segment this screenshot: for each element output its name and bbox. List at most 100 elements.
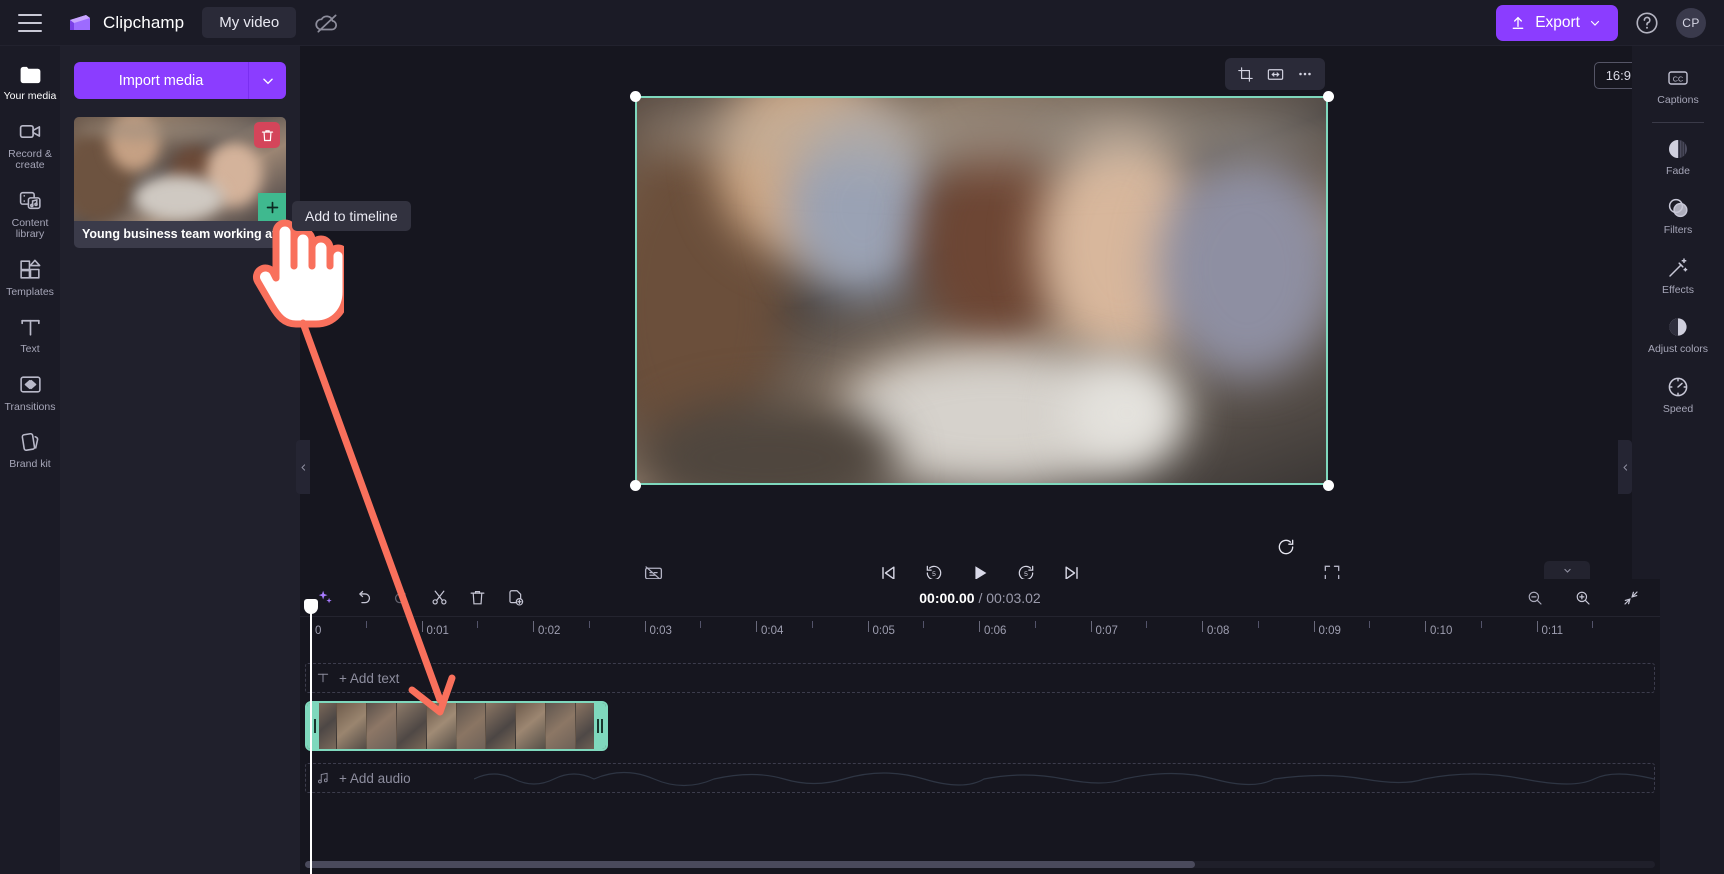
ruler-tick-minor xyxy=(1146,621,1148,628)
trash-icon xyxy=(261,129,273,141)
collapse-timeline-button[interactable] xyxy=(1544,561,1590,579)
chevron-down-icon xyxy=(262,78,273,84)
timeline-playhead[interactable] xyxy=(304,599,318,874)
right-rail-item-effects[interactable]: Effects xyxy=(1632,246,1724,306)
your-media-panel: Import media Young business team working… xyxy=(60,46,300,874)
hamburger-menu-icon[interactable] xyxy=(18,13,42,32)
ruler-tick xyxy=(867,621,869,632)
selection-handle-top-left[interactable] xyxy=(630,91,641,102)
sidebar-item-transitions[interactable]: Transitions xyxy=(0,363,60,421)
right-rail-item-captions[interactable]: CC Captions xyxy=(1632,56,1724,116)
ruler-tick-label: 0:05 xyxy=(872,625,895,637)
sidebar-label: Your media xyxy=(3,90,57,102)
redo-button[interactable] xyxy=(386,583,416,613)
ruler-tick xyxy=(1313,621,1315,632)
import-media-button[interactable]: Import media xyxy=(74,62,248,99)
media-folder-icon xyxy=(17,61,43,87)
undo-button[interactable] xyxy=(348,583,378,613)
rail-divider xyxy=(1652,121,1704,123)
effects-wand-icon xyxy=(1665,255,1691,281)
chevron-left-icon xyxy=(300,463,305,471)
transitions-icon xyxy=(17,372,43,398)
text-track[interactable]: + Add text xyxy=(305,663,1655,693)
ruler-tick-label: 0:08 xyxy=(1207,625,1230,637)
selection-handle-top-right[interactable] xyxy=(1323,91,1334,102)
duplicate-button[interactable] xyxy=(500,583,530,613)
clip-trim-handle-left[interactable] xyxy=(307,703,319,749)
right-rail-label: Speed xyxy=(1662,402,1694,415)
top-app-bar: Clipchamp My video Export CP xyxy=(0,0,1724,46)
redo-icon xyxy=(394,590,406,604)
selection-handle-bottom-left[interactable] xyxy=(630,480,641,491)
templates-grid-icon xyxy=(17,257,43,283)
sidebar-item-brand-kit[interactable]: Brand kit xyxy=(0,420,60,478)
avatar[interactable]: CP xyxy=(1676,7,1706,38)
ruler-tick-minor xyxy=(588,621,590,628)
more-options-button[interactable] xyxy=(1292,61,1318,87)
total-time: 00:03.02 xyxy=(986,589,1041,606)
delete-button[interactable] xyxy=(462,583,492,613)
selection-handle-bottom-right[interactable] xyxy=(1323,480,1334,491)
project-name-tab[interactable]: My video xyxy=(202,7,297,38)
clipchamp-app-window: Clipchamp My video Export CP Your media … xyxy=(0,0,1724,874)
timeline-area: 00:00.00 / 00:03.02 0 0:01 0:02 0:03 0:0… xyxy=(300,561,1660,874)
cloud-off-icon[interactable] xyxy=(314,10,340,36)
svg-text:5: 5 xyxy=(932,571,936,578)
timeline-ruler[interactable]: 0 0:01 0:02 0:03 0:04 0:05 0:06 0:07 0:08 0:09 0:1… xyxy=(300,617,1660,643)
split-button[interactable] xyxy=(424,583,454,613)
question-circle-icon[interactable] xyxy=(1634,10,1660,36)
ruler-tick-minor xyxy=(1480,621,1482,628)
ruler-tick xyxy=(1425,621,1426,632)
content-library-icon xyxy=(17,188,43,214)
magic-sparkle-icon xyxy=(318,590,332,604)
timeline-horizontal-scrollbar[interactable] xyxy=(305,861,1655,868)
sidebar-item-record-create[interactable]: Record & create xyxy=(0,110,60,179)
undo-icon xyxy=(358,590,370,604)
chevron-left-icon xyxy=(1622,463,1627,471)
ruler-tick-minor xyxy=(923,621,925,628)
right-rail-item-adjust-colors[interactable]: Adjust colors xyxy=(1632,305,1724,365)
audio-track[interactable]: + Add audio xyxy=(305,763,1655,793)
zoom-in-icon xyxy=(1576,591,1590,605)
crop-tool-button[interactable] xyxy=(1232,61,1258,87)
timeline-video-clip[interactable] xyxy=(305,701,608,751)
ruler-tick xyxy=(421,621,423,632)
ruler-tick-label: 0:10 xyxy=(1430,625,1453,637)
zoom-in-button[interactable] xyxy=(1568,583,1598,613)
video-preview-frame[interactable] xyxy=(635,96,1328,485)
zoom-out-button[interactable] xyxy=(1520,583,1550,613)
collapse-media-panel-button[interactable] xyxy=(296,440,310,494)
right-rail-item-speed[interactable]: Speed xyxy=(1632,365,1724,425)
delete-asset-button[interactable] xyxy=(254,122,280,148)
clipchamp-logo-icon xyxy=(68,13,94,33)
ruler-tick-minor xyxy=(365,621,367,628)
sidebar-item-templates[interactable]: Templates xyxy=(0,248,60,306)
scrollbar-thumb[interactable] xyxy=(305,861,1195,868)
playhead-knob[interactable] xyxy=(304,599,318,614)
ruler-tick xyxy=(1090,621,1092,632)
ruler-tick xyxy=(533,621,534,632)
right-rail-item-filters[interactable]: Filters xyxy=(1632,186,1724,246)
media-thumbnail xyxy=(74,117,286,221)
sidebar-item-your-media[interactable]: Your media xyxy=(0,52,60,110)
export-button[interactable]: Export xyxy=(1496,4,1618,41)
sidebar-label: Record & create xyxy=(8,147,52,171)
add-audio-label: + Add audio xyxy=(339,770,411,786)
export-label: Export xyxy=(1535,13,1580,31)
audio-waveform-decoration xyxy=(474,771,1654,787)
preview-floating-toolbar xyxy=(1225,58,1325,90)
fit-timeline-button[interactable] xyxy=(1616,583,1646,613)
collapse-properties-panel-button[interactable] xyxy=(1618,440,1632,494)
right-rail-item-fade[interactable]: Fade xyxy=(1632,127,1724,187)
sidebar-item-content-library[interactable]: Content library xyxy=(0,179,60,248)
ruler-tick-label: 0:06 xyxy=(984,625,1007,637)
ruler-tick-label: 0:02 xyxy=(538,625,561,637)
chevron-down-icon xyxy=(1563,568,1571,573)
clip-trim-handle-right[interactable] xyxy=(594,703,606,749)
more-horizontal-icon xyxy=(1299,72,1311,76)
fit-fill-tool-button[interactable] xyxy=(1262,61,1288,87)
sidebar-item-text[interactable]: Text xyxy=(0,305,60,363)
import-media-dropdown-button[interactable] xyxy=(248,62,286,99)
ruler-tick-label: 0 xyxy=(315,625,322,637)
import-media-row: Import media xyxy=(74,62,286,99)
